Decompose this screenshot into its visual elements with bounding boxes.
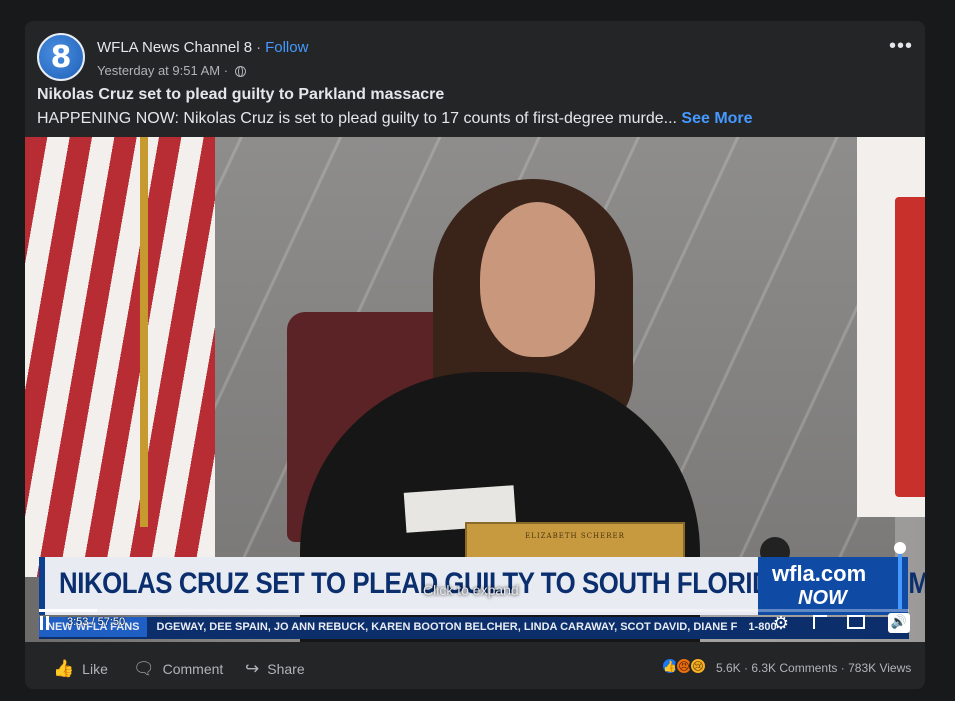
- comment-button[interactable]: 🗨 Comment: [133, 659, 223, 679]
- avatar-logo-text: 8: [50, 39, 72, 75]
- volume-knob[interactable]: [894, 542, 906, 554]
- globe-icon: [234, 66, 246, 78]
- post-actions: 👍 Like 🗨 Comment ↪ Share 👍 😠 😢 5.6K · 6.…: [25, 647, 925, 689]
- reaction-count[interactable]: 5.6K: [716, 661, 741, 675]
- pause-icon[interactable]: [39, 616, 51, 630]
- video-player[interactable]: ELIZABETH SCHERER NIKOLAS CRUZ SET TO PL…: [25, 137, 925, 642]
- comment-count[interactable]: 6.3K Comments: [751, 661, 837, 675]
- more-options-icon[interactable]: •••: [889, 36, 913, 56]
- volume-slider[interactable]: [898, 547, 902, 609]
- meta-separator: ·: [223, 63, 229, 78]
- page-avatar[interactable]: 8: [37, 33, 85, 81]
- see-more-link[interactable]: See More: [681, 110, 752, 127]
- name-separator: ·: [256, 39, 262, 56]
- comment-bubble-icon: 🗨: [133, 659, 155, 679]
- progress-fill: [39, 609, 98, 612]
- page-name-row: WFLA News Channel 8 · Follow: [97, 39, 308, 56]
- sad-reaction-icon: 😢: [689, 657, 707, 675]
- comment-label: Comment: [162, 661, 224, 677]
- share-label: Share: [267, 661, 305, 677]
- share-button[interactable]: ↪ Share: [245, 659, 305, 679]
- like-button[interactable]: 👍 Like: [53, 659, 108, 679]
- page-name-link[interactable]: WFLA News Channel 8: [97, 39, 252, 56]
- volume-icon[interactable]: 🔊: [888, 613, 910, 633]
- florida-flag: [857, 137, 925, 517]
- video-time: 3:53 / 57:50: [67, 616, 126, 628]
- video-controls: 3:53 / 57:50 ⚙ 🔊: [25, 542, 925, 642]
- click-to-expand[interactable]: Click to expand: [423, 582, 519, 598]
- judge-face: [480, 202, 595, 357]
- post-meta: Yesterday at 9:51 AM ·: [97, 63, 246, 78]
- judge-nameplate: ELIZABETH SCHERER: [465, 522, 685, 562]
- thumbs-up-icon: 👍: [53, 659, 75, 679]
- miniplayer-icon[interactable]: [847, 615, 865, 629]
- post-timestamp[interactable]: Yesterday at 9:51 AM: [97, 63, 220, 78]
- reaction-icons[interactable]: 👍 😠 😢: [661, 657, 707, 675]
- fullscreen-icon[interactable]: [813, 615, 827, 629]
- post-card: 8 WFLA News Channel 8 · Follow Yesterday a…: [25, 21, 925, 689]
- view-count: 783K Views: [848, 661, 912, 675]
- share-arrow-icon: ↪: [245, 659, 260, 679]
- like-label: Like: [82, 661, 108, 677]
- post-header: 8 WFLA News Channel 8 · Follow Yesterday a…: [37, 33, 913, 83]
- stats-separator-2: ·: [840, 661, 845, 675]
- progress-bar[interactable]: [39, 609, 909, 612]
- post-description: HAPPENING NOW: Nikolas Cruz is set to pl…: [37, 110, 753, 128]
- nameplate-text: ELIZABETH SCHERER: [525, 532, 625, 540]
- post-description-text: HAPPENING NOW: Nikolas Cruz is set to pl…: [37, 110, 677, 127]
- follow-button[interactable]: Follow: [265, 39, 308, 56]
- post-title: Nikolas Cruz set to plead guilty to Park…: [37, 86, 445, 103]
- settings-gear-icon[interactable]: ⚙: [773, 613, 789, 634]
- stats-separator: ·: [744, 661, 749, 675]
- us-flag: [25, 137, 215, 577]
- brand-logo-text: wfla.com: [772, 561, 867, 586]
- post-stats: 5.6K · 6.3K Comments · 783K Views: [716, 661, 911, 675]
- flag-pole: [140, 137, 148, 527]
